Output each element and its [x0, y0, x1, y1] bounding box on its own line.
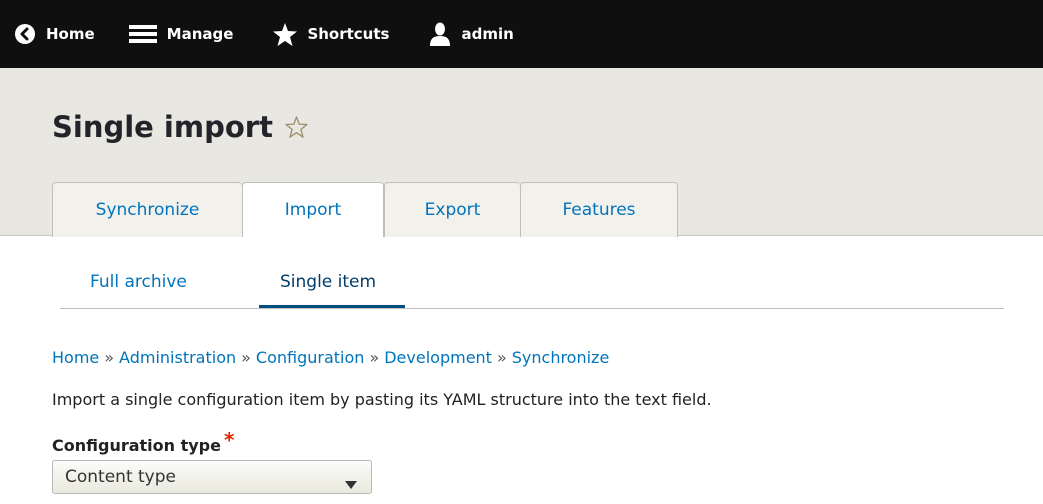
- tab-export[interactable]: Export: [384, 182, 520, 237]
- tab-import[interactable]: Import: [242, 182, 384, 237]
- breadcrumb-separator: »: [369, 348, 380, 367]
- toolbar-home-label: Home: [46, 25, 95, 43]
- breadcrumb-separator: »: [241, 348, 251, 367]
- chevron-left-circle-icon: [14, 23, 36, 45]
- user-icon: [429, 22, 451, 46]
- star-icon: [273, 22, 298, 46]
- secondary-tabs: Full archive Single item: [60, 236, 1004, 309]
- tab-features[interactable]: Features: [520, 182, 678, 237]
- breadcrumb-development[interactable]: Development: [384, 348, 492, 367]
- page-title-text: Single import: [52, 110, 273, 144]
- toolbar-user-link[interactable]: admin: [429, 22, 514, 46]
- page-description: Import a single configuration item by pa…: [52, 390, 712, 409]
- breadcrumb-configuration[interactable]: Configuration: [256, 348, 365, 367]
- breadcrumb: Home » Administration » Configuration » …: [52, 348, 609, 367]
- primary-tabs: Synchronize Import Export Features: [52, 182, 678, 237]
- active-subtab-indicator: [259, 305, 405, 308]
- toolbar-shortcuts-link[interactable]: Shortcuts: [273, 22, 390, 46]
- toolbar-shortcuts-label: Shortcuts: [307, 25, 390, 43]
- caret-down-icon: [345, 474, 357, 494]
- breadcrumb-home[interactable]: Home: [52, 348, 99, 367]
- subtab-single-item[interactable]: Single item: [280, 272, 376, 292]
- toolbar-home-link[interactable]: Home: [14, 23, 95, 45]
- breadcrumb-separator: »: [496, 348, 507, 367]
- page-title: Single import: [52, 110, 308, 144]
- toolbar-manage-label: Manage: [166, 25, 234, 43]
- breadcrumb-separator: »: [104, 348, 115, 367]
- tab-synchronize[interactable]: Synchronize: [52, 182, 242, 237]
- config-type-label: Configuration type *: [52, 428, 234, 456]
- page-header: Single import Synchronize Import Export …: [0, 68, 1043, 237]
- required-marker: *: [223, 428, 235, 452]
- config-type-label-text: Configuration type: [52, 436, 221, 455]
- hamburger-menu-icon: [128, 23, 157, 45]
- breadcrumb-synchronize[interactable]: Synchronize: [512, 348, 610, 367]
- star-outline-icon[interactable]: [285, 116, 308, 138]
- config-type-selected-value: Content type: [65, 467, 176, 487]
- admin-toolbar: Home Manage Shortcuts admin: [0, 0, 1043, 68]
- toolbar-user-label: admin: [461, 25, 514, 43]
- toolbar-manage-link[interactable]: Manage: [128, 23, 234, 45]
- breadcrumb-administration[interactable]: Administration: [119, 348, 236, 367]
- subtab-full-archive[interactable]: Full archive: [90, 272, 187, 292]
- config-type-select[interactable]: Content type: [52, 460, 372, 494]
